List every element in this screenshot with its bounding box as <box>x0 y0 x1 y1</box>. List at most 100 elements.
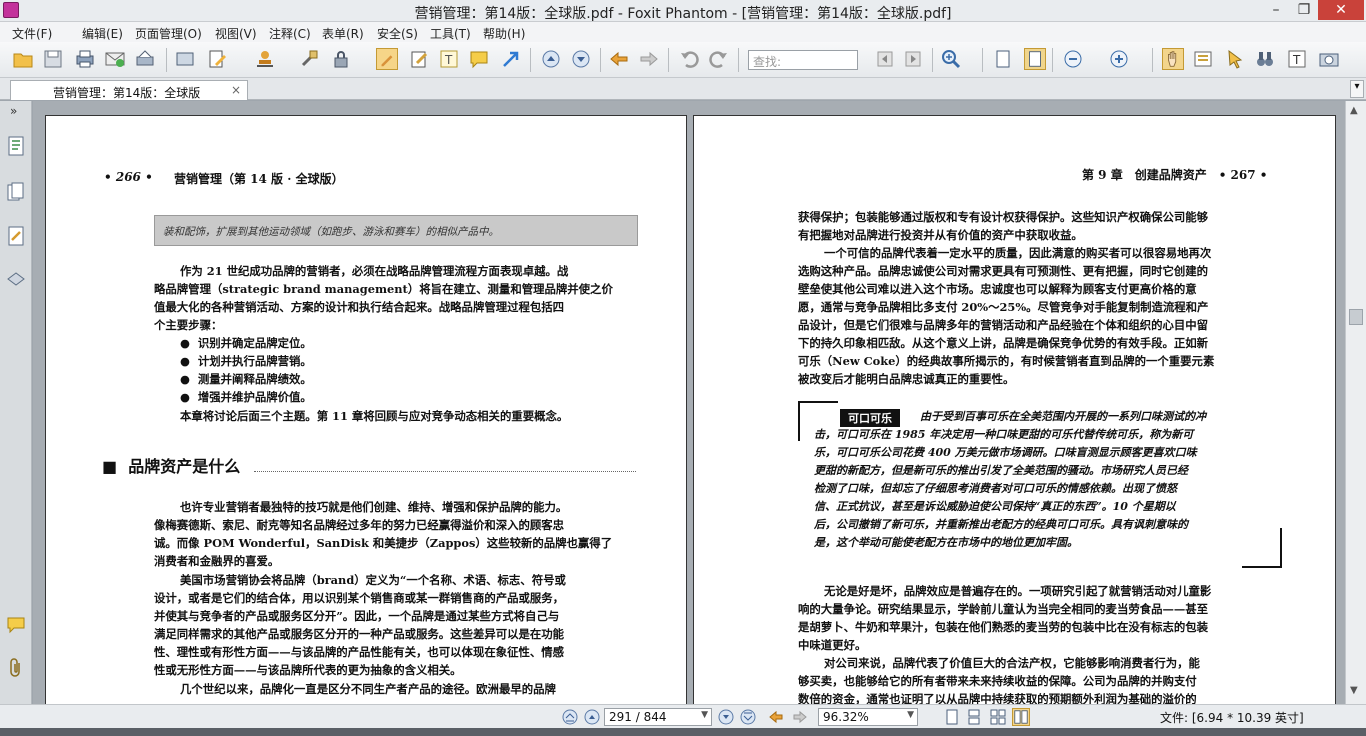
continuous-facing-icon[interactable] <box>1012 708 1030 726</box>
menu-security[interactable]: 安全(S) <box>377 25 418 42</box>
zoom-in-icon[interactable] <box>940 48 962 70</box>
fit-page-icon[interactable] <box>992 48 1014 70</box>
document-tab-label: 营销管理：第14版：全球版 <box>53 86 201 100</box>
vertical-scrollbar[interactable]: ▲ ▼ <box>1345 101 1366 704</box>
fit-width-icon[interactable] <box>1024 48 1046 70</box>
page-dropdown-chevron-icon[interactable]: ▼ <box>701 710 708 720</box>
paragraph: 可乐（New Coke）的经典故事所揭示的，有时候营销者直到品牌的一个重要元素 <box>798 354 1215 368</box>
minimize-button[interactable]: – <box>1262 0 1290 20</box>
comments-icon[interactable] <box>6 225 26 247</box>
arrow-tool-icon[interactable] <box>500 48 522 70</box>
binoculars-icon[interactable] <box>1254 48 1276 70</box>
bullet-item: ● 识别并确定品牌定位。 <box>180 336 312 350</box>
paragraph: 获得保护；包装能够通过版权和专有设计权获得保护。这些知识产权确保公司能够 <box>798 210 1209 224</box>
expand-panel-icon[interactable]: » <box>10 104 17 118</box>
stamp-icon[interactable] <box>254 48 276 70</box>
document-tab[interactable]: 营销管理：第14版：全球版 × <box>10 80 248 100</box>
go-forward-icon[interactable] <box>792 709 808 725</box>
continuous-icon[interactable] <box>966 709 982 725</box>
paragraph: 对公司来说，品牌代表了价值巨大的合法产权，它能够影响消费者行为，能 <box>824 656 1200 670</box>
attachment-icon[interactable] <box>6 657 26 679</box>
zoom-in-circle-icon[interactable] <box>1108 48 1130 70</box>
menu-tools[interactable]: 工具(T) <box>430 25 471 42</box>
next-page-icon[interactable] <box>570 48 592 70</box>
cursor-icon[interactable] <box>1224 48 1246 70</box>
paragraph: 满足同样需求的其他产品或服务区分开的一种产品或服务。这些差异可以是在功能 <box>154 627 565 641</box>
paragraph: 下的持久印象相匹敌。从这个意义上讲，品牌是确保竞争优势的有效手段。正如新 <box>798 336 1209 350</box>
find-next-icon[interactable] <box>902 48 924 70</box>
case-text: 后，公司撤销了新可乐，并重新推出老配方的经典可口可乐。具有讽刺意味的 <box>814 518 1188 531</box>
menu-comment[interactable]: 注释(C) <box>269 25 311 42</box>
facing-icon[interactable] <box>990 709 1006 725</box>
paragraph: 中味道更好。 <box>798 638 867 652</box>
menu-help[interactable]: 帮助(H) <box>483 25 525 42</box>
snapshot-icon[interactable] <box>1318 48 1340 70</box>
search-input[interactable]: 查找: <box>748 50 858 70</box>
scroll-thumb[interactable] <box>1349 309 1363 325</box>
undo-icon[interactable] <box>678 48 700 70</box>
open-folder-icon[interactable] <box>12 48 34 70</box>
case-text: 是，这个举动可能使老配方在市场中的地位更加牢固。 <box>814 536 1078 549</box>
page-view-icon[interactable] <box>174 48 196 70</box>
text-viewer-icon[interactable]: T <box>1286 48 1308 70</box>
menu-view[interactable]: 视图(V) <box>215 25 257 42</box>
hand-tool-icon[interactable] <box>1162 48 1184 70</box>
text-box-icon[interactable]: T <box>438 48 460 70</box>
prev-page-status-icon[interactable] <box>584 709 600 725</box>
find-previous-icon[interactable] <box>874 48 896 70</box>
paragraph: 也许专业营销者最独特的技巧就是他们创建、维持、增强和保护品牌的能力。 <box>180 500 568 514</box>
paragraph: 被改变后才能明白品牌忠诚真正的重要性。 <box>798 372 1015 386</box>
select-text-icon[interactable] <box>1192 48 1214 70</box>
comment-panel-icon[interactable] <box>6 615 26 637</box>
paragraph: 本章将讨论后面三个主题。第 11 章将回顾与应对竞争动态相关的重要概念。 <box>180 409 569 423</box>
zoom-field[interactable]: 96.32% ▼ <box>818 708 918 726</box>
tab-close-icon[interactable]: × <box>231 83 241 97</box>
menu-file[interactable]: 文件(F) <box>12 25 52 42</box>
attach-tool-icon[interactable] <box>298 48 320 70</box>
paragraph: 并使其与竞争者的产品或服务区分开”。因此，一个品牌是通过某些方式将自己与 <box>154 609 560 623</box>
save-icon[interactable] <box>42 48 64 70</box>
print-icon[interactable] <box>74 48 96 70</box>
scroll-up-icon[interactable]: ▲ <box>1350 105 1358 116</box>
menu-form[interactable]: 表单(R) <box>322 25 364 42</box>
previous-page-icon[interactable] <box>540 48 562 70</box>
menu-page-manage[interactable]: 页面管理(O) <box>135 25 202 42</box>
close-button[interactable]: ✕ <box>1318 0 1364 20</box>
single-page-icon[interactable] <box>944 709 960 725</box>
first-page-icon[interactable] <box>562 709 578 725</box>
continued-box: 装和配饰，扩展到其他运动领域（如跑步、游泳和赛车）的相似产品中。 <box>154 215 638 246</box>
menu-edit[interactable]: 编辑(E) <box>82 25 123 42</box>
redo-icon[interactable] <box>708 48 730 70</box>
zoom-dropdown-chevron-icon[interactable]: ▼ <box>907 710 914 720</box>
pages-icon[interactable] <box>6 181 26 203</box>
maximize-button[interactable]: ❐ <box>1290 0 1318 20</box>
document-viewer[interactable]: • 266 • 营销管理（第 14 版 · 全球版） 装和配饰，扩展到其他运动领… <box>33 101 1345 704</box>
bullet-item: ● 测量并阐释品牌绩效。 <box>180 372 312 386</box>
email-icon[interactable] <box>104 48 126 70</box>
forward-arrow-icon[interactable] <box>638 48 660 70</box>
page-number-field[interactable]: 291 / 844 ▼ <box>604 708 712 726</box>
typewriter-icon[interactable] <box>408 48 430 70</box>
tab-list-dropdown[interactable]: ▾ <box>1350 80 1364 98</box>
scroll-down-icon[interactable]: ▼ <box>1350 685 1358 696</box>
next-page-status-icon[interactable] <box>718 709 734 725</box>
paragraph: 数倍的资金，通常也证明了以从品牌中持续获取的预期额外利润为基础的溢价的 <box>798 692 1197 704</box>
note-icon[interactable] <box>468 48 490 70</box>
paragraph: 是胡萝卜、牛奶和苹果汁，包装在他们熟悉的麦当劳的包装中比在没有标志的包装 <box>798 620 1209 634</box>
highlight-tool-icon[interactable] <box>376 48 398 70</box>
last-page-icon[interactable] <box>740 709 756 725</box>
title-bar: 营销管理：第14版：全球版.pdf - Foxit Phantom - [营销管… <box>0 0 1366 22</box>
layers-icon[interactable] <box>6 267 26 289</box>
menu-bar: 文件(F) 编辑(E) 页面管理(O) 视图(V) 注释(C) 表单(R) 安全… <box>0 22 1366 42</box>
paragraph: 个主要步骤： <box>154 318 223 332</box>
case-text: 信、正式抗议，甚至是诉讼威胁迫使公司保持“真正的东西”。10 个星期以 <box>814 500 1176 513</box>
paragraph: 设计，或者是它们的结合体，用以识别某个销售商或某一群销售商的产品或服务， <box>154 591 565 605</box>
back-arrow-icon[interactable] <box>608 48 630 70</box>
paragraph: 作为 21 世纪成功品牌的营销者，必须在战略品牌管理流程方面表现卓越。战 <box>180 264 569 278</box>
scan-icon[interactable] <box>134 48 156 70</box>
zoom-out-circle-icon[interactable] <box>1062 48 1084 70</box>
edit-document-icon[interactable] <box>206 48 228 70</box>
lock-icon[interactable] <box>330 48 352 70</box>
bookmarks-icon[interactable] <box>6 135 26 157</box>
go-back-icon[interactable] <box>768 709 784 725</box>
